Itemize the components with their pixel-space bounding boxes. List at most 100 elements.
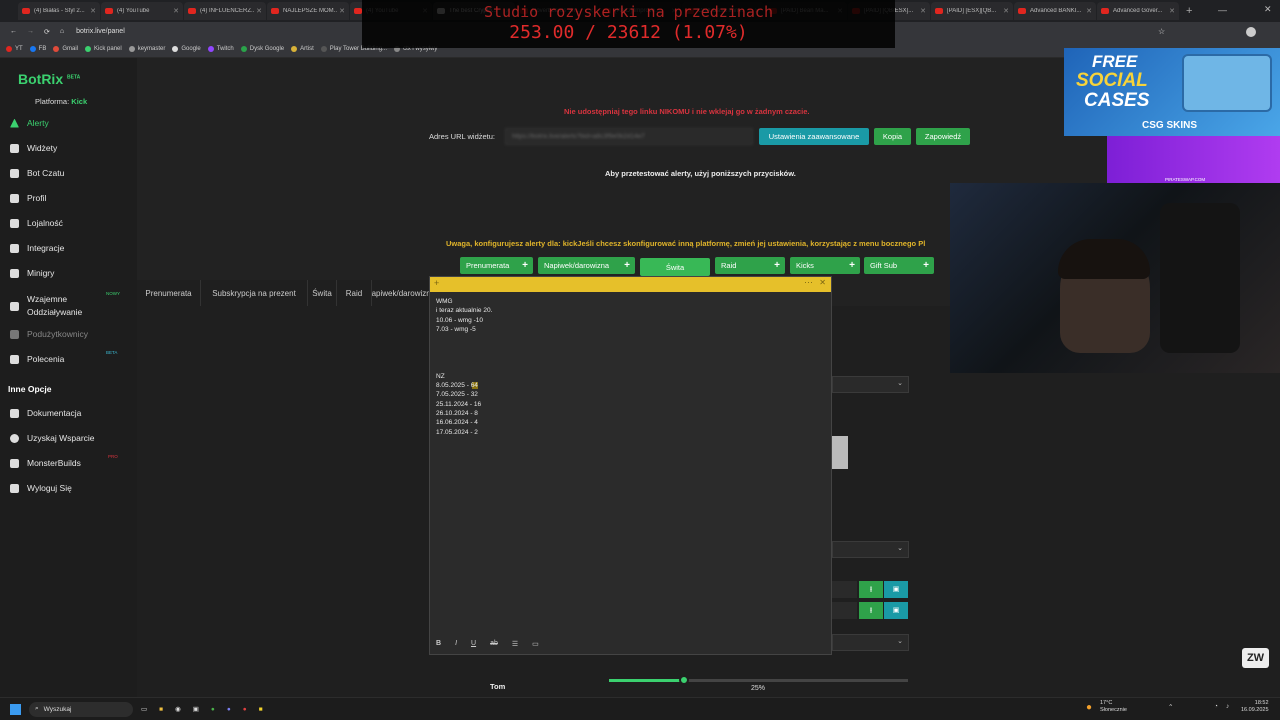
app-icon[interactable]: ▣: [193, 705, 199, 713]
alert-type-tab[interactable]: Subskrypcja na prezent: [201, 280, 308, 306]
sidebar-item[interactable]: MonsterBuilds PRO: [10, 454, 118, 468]
select-dropdown[interactable]: ⌄: [832, 376, 909, 393]
strikethrough-button[interactable]: ab: [490, 640, 498, 648]
browser-tab[interactable]: (4) INFLUENCERZ... ✕: [184, 2, 266, 20]
select-dropdown-2[interactable]: ⌄: [832, 541, 909, 558]
chrome-icon[interactable]: ●: [211, 706, 215, 713]
bookmark-item[interactable]: Artist: [291, 46, 314, 52]
alert-type-tab[interactable]: Napiwek/darowizna: [372, 280, 430, 306]
chrome-icon-2[interactable]: ●: [243, 706, 247, 713]
advanced-settings-button[interactable]: Ustawienia zaawansowane: [759, 128, 869, 145]
underline-button[interactable]: U: [471, 640, 476, 648]
bold-button[interactable]: B: [436, 640, 441, 648]
test-alert-button[interactable]: Raid +: [715, 257, 785, 274]
sidebar-item[interactable]: Bot Czatu: [10, 168, 64, 178]
sidebar-item[interactable]: Minigry: [10, 268, 54, 278]
sidebar-item[interactable]: Widżety: [10, 143, 57, 153]
volume-icon[interactable]: ♪: [1226, 703, 1229, 710]
tab-close-icon[interactable]: ✕: [1086, 7, 1092, 15]
url-field[interactable]: botrix.live/panel: [76, 28, 125, 35]
sidebar-item[interactable]: Integracje: [10, 243, 64, 253]
forward-icon[interactable]: →: [27, 28, 34, 35]
network-icon[interactable]: ◔: [1214, 703, 1218, 710]
clock[interactable]: 18:52 16.09.2025: [1241, 700, 1269, 714]
windows-start-icon[interactable]: [10, 703, 21, 715]
steam-icon[interactable]: ◉: [175, 705, 181, 713]
copy-button[interactable]: Kopia: [874, 128, 911, 145]
upload-button[interactable]: ⭱: [859, 581, 883, 598]
browser-tab[interactable]: [PAID] [ESX][QB... ✕: [931, 2, 1013, 20]
taskbar-search[interactable]: ⌕ Wyszukaj: [29, 701, 133, 717]
bookmark-item[interactable]: Gmail: [53, 46, 78, 52]
sidebar-item[interactable]: Alerty: [10, 118, 49, 128]
file-field-2[interactable]: [832, 602, 857, 619]
widget-url-field[interactable]: https://botrix.live/alerts?bid=a8c3f9e0b…: [505, 128, 753, 145]
list-icon[interactable]: ☰: [512, 640, 518, 648]
bookmark-item[interactable]: FB: [29, 46, 46, 52]
preview-button[interactable]: Zapowiedź: [916, 128, 970, 145]
home-icon[interactable]: ⌂: [60, 28, 64, 35]
profile-avatar[interactable]: [1246, 26, 1256, 37]
alert-type-tab[interactable]: Raid: [337, 280, 372, 306]
sidebar-item[interactable]: Uzyskaj Wsparcie: [10, 433, 95, 443]
bookmark-item[interactable]: YT: [6, 46, 23, 52]
volume-slider-knob[interactable]: [678, 675, 689, 685]
alert-type-tab[interactable]: Prenumerata: [137, 280, 201, 306]
tray-chevron-icon[interactable]: ⌃: [1168, 703, 1173, 711]
sidebar-item[interactable]: Profil: [10, 193, 46, 203]
test-alert-button[interactable]: Gift Sub +: [864, 257, 934, 274]
tab-close-icon[interactable]: ✕: [1003, 7, 1009, 15]
volume-slider[interactable]: [609, 675, 908, 685]
library-button-2[interactable]: ▣: [884, 602, 908, 619]
test-alert-button[interactable]: Prenumerata +: [460, 257, 533, 274]
library-button[interactable]: ▣: [884, 581, 908, 598]
sidebar-item[interactable]: Dokumentacja: [10, 408, 81, 418]
minimize-button[interactable]: —: [1218, 5, 1227, 15]
browser-tab[interactable]: (4) YouTube✕: [101, 2, 183, 20]
browser-tab[interactable]: (4) Białas - Styl 2... ✕: [18, 2, 100, 20]
bookmark-item[interactable]: Google: [172, 46, 201, 52]
reload-icon[interactable]: ⟳: [44, 28, 50, 36]
select-dropdown-3[interactable]: ⌄: [832, 634, 909, 651]
new-tab-button[interactable]: +: [1186, 5, 1192, 17]
test-alert-button[interactable]: Kicks +: [790, 257, 860, 274]
add-note-icon[interactable]: +: [434, 278, 439, 288]
tab-close-icon[interactable]: ✕: [1169, 7, 1175, 15]
discord-icon[interactable]: ●: [227, 706, 231, 713]
sticky-note-window[interactable]: + ··· ✕ WMG i teraz aktualnie 20. 10.06 - …: [429, 276, 832, 655]
bookmark-star-icon[interactable]: ☆: [1158, 27, 1165, 36]
bookmark-item[interactable]: Kick panel: [85, 46, 122, 52]
file-field[interactable]: [832, 581, 857, 598]
taskview-icon[interactable]: ▭: [141, 705, 147, 713]
tab-close-icon[interactable]: ✕: [339, 7, 345, 15]
tab-close-icon[interactable]: ✕: [256, 7, 262, 15]
sidebar-item[interactable]: Wzajemne Oddziaływanie NOWY: [10, 291, 120, 319]
close-note-icon[interactable]: ✕: [819, 278, 826, 287]
more-icon[interactable]: ···: [804, 277, 813, 287]
note-title-bar[interactable]: + ··· ✕: [430, 277, 831, 292]
italic-button[interactable]: I: [455, 640, 457, 648]
test-alert-button[interactable]: Napiwek/darowizna +: [538, 257, 635, 274]
alert-type-tab[interactable]: Świta: [308, 280, 337, 306]
note-body[interactable]: WMG i teraz aktualnie 20. 10.06 - wmg -10 7…: [430, 292, 831, 637]
test-alert-button[interactable]: Świta: [640, 258, 710, 276]
sticky-notes-icon[interactable]: ■: [259, 706, 263, 713]
sidebar-item[interactable]: Polecenia BETA: [10, 350, 117, 364]
bookmark-item[interactable]: Dysk Google: [240, 46, 284, 52]
browser-tab[interactable]: Advanced Gover... ✕: [1097, 2, 1179, 20]
tab-close-icon[interactable]: ✕: [90, 7, 96, 15]
upload-button-2[interactable]: ⭱: [859, 602, 883, 619]
bookmark-item[interactable]: Twitch: [207, 46, 234, 52]
browser-tab[interactable]: NAJLEPSZE MOM... ✕: [267, 2, 349, 20]
close-window-button[interactable]: ✕: [1264, 4, 1272, 15]
sidebar-item[interactable]: Lojalność: [10, 218, 63, 228]
tab-close-icon[interactable]: ✕: [920, 7, 926, 15]
sidebar-item[interactable]: Podużytkownicy: [10, 329, 88, 339]
explorer-icon[interactable]: ■: [159, 706, 163, 713]
tab-close-icon[interactable]: ✕: [173, 7, 179, 15]
image-icon[interactable]: ▭: [532, 640, 539, 648]
back-icon[interactable]: ←: [10, 28, 17, 35]
weather-widget[interactable]: 17°C Słonecznie: [1100, 700, 1127, 714]
bookmark-item[interactable]: keymaster: [128, 46, 165, 52]
browser-tab[interactable]: Advanced BANKI... ✕: [1014, 2, 1096, 20]
